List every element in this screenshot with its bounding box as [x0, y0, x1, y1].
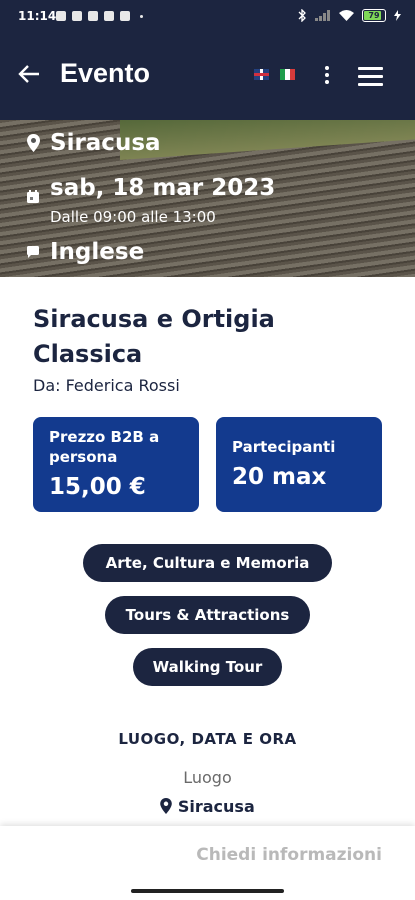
location-value-text: Siracusa	[177, 797, 255, 816]
event-title: Siracusa e Ortigia Classica	[33, 305, 275, 368]
more-options-icon[interactable]	[325, 66, 329, 87]
request-info-button[interactable]: Chiedi informazioni	[196, 845, 382, 865]
tag-chip[interactable]: Tours & Attractions	[105, 596, 310, 634]
signal-icon	[315, 10, 330, 21]
location-pin-icon	[26, 134, 40, 152]
participants-label: Partecipanti	[232, 438, 336, 456]
section-heading: LUOGO, DATA E ORA	[118, 730, 297, 748]
hero-location: Siracusa	[26, 130, 161, 156]
chat-bubble-icon	[27, 246, 39, 258]
back-button[interactable]	[18, 62, 40, 90]
wifi-icon	[339, 10, 354, 21]
hero-background	[120, 120, 415, 160]
notification-icon	[72, 11, 82, 21]
notification-icons	[56, 11, 143, 21]
hero-city: Siracusa	[50, 130, 161, 156]
status-icons: 79	[298, 9, 401, 22]
notification-icon	[56, 11, 66, 21]
price-card: Prezzo B2B a persona 15,00 €	[33, 417, 199, 512]
flag-it-icon[interactable]	[280, 69, 295, 80]
hero-banner: Siracusa sab, 18 mar 2023 Dalle 09:00 al…	[0, 120, 415, 277]
price-label: Prezzo B2B a persona	[49, 428, 160, 466]
arrow-left-icon	[18, 65, 39, 83]
location-pin-icon	[160, 798, 173, 814]
hero-date: sab, 18 mar 2023	[50, 174, 276, 201]
gesture-bar	[0, 884, 415, 900]
tag-chip[interactable]: Arte, Cultura e Memoria	[83, 544, 332, 582]
home-indicator[interactable]	[131, 889, 284, 893]
participants-card: Partecipanti 20 max	[216, 417, 382, 512]
hero-hours: Dalle 09:00 alle 13:00	[50, 208, 216, 226]
charging-icon	[394, 10, 401, 21]
status-time: 11:14	[18, 9, 57, 23]
tag-chip[interactable]: Walking Tour	[133, 648, 282, 686]
menu-icon[interactable]	[358, 67, 383, 91]
page-title: Evento	[60, 58, 151, 88]
app-bar: Evento	[0, 32, 415, 120]
hero-language-value: Inglese	[50, 239, 145, 265]
flag-uk-icon[interactable]	[254, 69, 269, 80]
status-bar: 11:14 79	[0, 0, 415, 32]
battery-level: 79	[368, 11, 380, 20]
more-notifications-dot	[140, 14, 143, 18]
battery-icon: 79	[362, 9, 386, 22]
notification-icon	[88, 11, 98, 21]
bottom-action-bar: Chiedi informazioni	[0, 826, 415, 884]
notification-icon	[104, 11, 114, 21]
participants-value: 20 max	[232, 464, 327, 490]
event-author: Da: Federica Rossi	[33, 376, 180, 395]
location-label: Luogo	[183, 768, 232, 787]
price-value: 15,00 €	[49, 474, 146, 500]
bluetooth-icon	[298, 9, 306, 22]
calendar-icon	[27, 190, 39, 203]
hero-date-row: sab, 18 mar 2023	[26, 172, 275, 203]
notification-icon	[120, 11, 130, 21]
location-value: Siracusa	[0, 797, 415, 816]
hero-language: Inglese	[26, 239, 144, 265]
